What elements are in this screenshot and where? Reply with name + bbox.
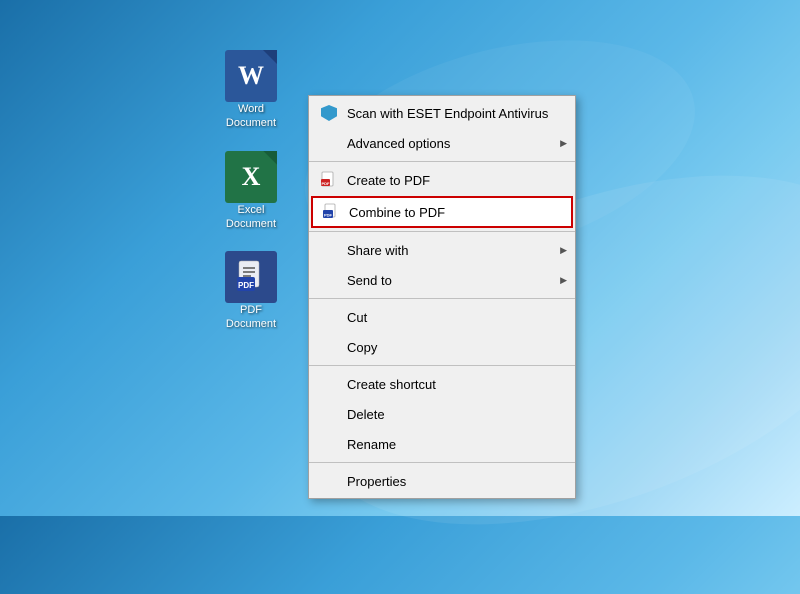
create-shortcut-icon <box>319 374 339 394</box>
send-to-label: Send to <box>347 273 563 288</box>
separator-4 <box>309 365 575 366</box>
menu-item-create-pdf[interactable]: PDF Create to PDF <box>309 165 575 195</box>
create-pdf-label: Create to PDF <box>347 173 563 188</box>
rename-icon <box>319 434 339 454</box>
separator-3 <box>309 298 575 299</box>
menu-item-cut[interactable]: Cut <box>309 302 575 332</box>
excel-letter: X <box>242 162 261 192</box>
delete-icon <box>319 404 339 424</box>
properties-icon <box>319 471 339 491</box>
create-shortcut-label: Create shortcut <box>347 377 563 392</box>
word-document-icon[interactable]: W WordDocument <box>215 50 287 131</box>
excel-document-icon[interactable]: X ExcelDocument <box>215 151 287 232</box>
menu-item-delete[interactable]: Delete <box>309 399 575 429</box>
pdf-document-icon[interactable]: PDF PDFDocument <box>215 251 287 332</box>
excel-icon-image: X <box>225 151 277 203</box>
combine-pdf-icon: PDF <box>321 202 341 222</box>
context-menu: Scan with ESET Endpoint Antivirus Advanc… <box>308 95 576 499</box>
rename-label: Rename <box>347 437 563 452</box>
pdf-document-svg: PDF <box>233 259 269 295</box>
menu-item-rename[interactable]: Rename <box>309 429 575 459</box>
word-icon-label: WordDocument <box>226 102 276 131</box>
copy-icon <box>319 337 339 357</box>
copy-label: Copy <box>347 340 563 355</box>
svg-text:PDF: PDF <box>322 181 331 186</box>
menu-item-create-shortcut[interactable]: Create shortcut <box>309 369 575 399</box>
eset-icon <box>319 103 339 123</box>
separator-5 <box>309 462 575 463</box>
combine-pdf-label: Combine to PDF <box>349 205 561 220</box>
desktop-icons-area: W WordDocument X ExcelDocument PDF PDFDo… <box>215 50 287 332</box>
properties-label: Properties <box>347 474 563 489</box>
share-with-label: Share with <box>347 243 563 258</box>
menu-item-send-to[interactable]: Send to <box>309 265 575 295</box>
cut-label: Cut <box>347 310 563 325</box>
word-letter: W <box>238 61 264 91</box>
separator-2 <box>309 231 575 232</box>
cut-icon <box>319 307 339 327</box>
advanced-options-label: Advanced options <box>347 136 563 151</box>
word-icon-image: W <box>225 50 277 102</box>
delete-label: Delete <box>347 407 563 422</box>
separator-1 <box>309 161 575 162</box>
pdf-icon-image: PDF <box>225 251 277 303</box>
pdf-icon-label: PDFDocument <box>226 303 276 332</box>
menu-item-properties[interactable]: Properties <box>309 466 575 496</box>
menu-item-combine-pdf[interactable]: PDF Combine to PDF <box>311 196 573 228</box>
send-to-icon <box>319 270 339 290</box>
create-pdf-icon: PDF <box>319 170 339 190</box>
advanced-options-icon <box>319 133 339 153</box>
share-with-icon <box>319 240 339 260</box>
excel-icon-label: ExcelDocument <box>226 203 276 232</box>
menu-item-copy[interactable]: Copy <box>309 332 575 362</box>
svg-text:PDF: PDF <box>238 281 254 290</box>
svg-text:PDF: PDF <box>324 213 333 218</box>
menu-item-share-with[interactable]: Share with <box>309 235 575 265</box>
menu-item-advanced-options[interactable]: Advanced options <box>309 128 575 158</box>
scan-eset-label: Scan with ESET Endpoint Antivirus <box>347 106 563 121</box>
menu-item-scan-eset[interactable]: Scan with ESET Endpoint Antivirus <box>309 98 575 128</box>
